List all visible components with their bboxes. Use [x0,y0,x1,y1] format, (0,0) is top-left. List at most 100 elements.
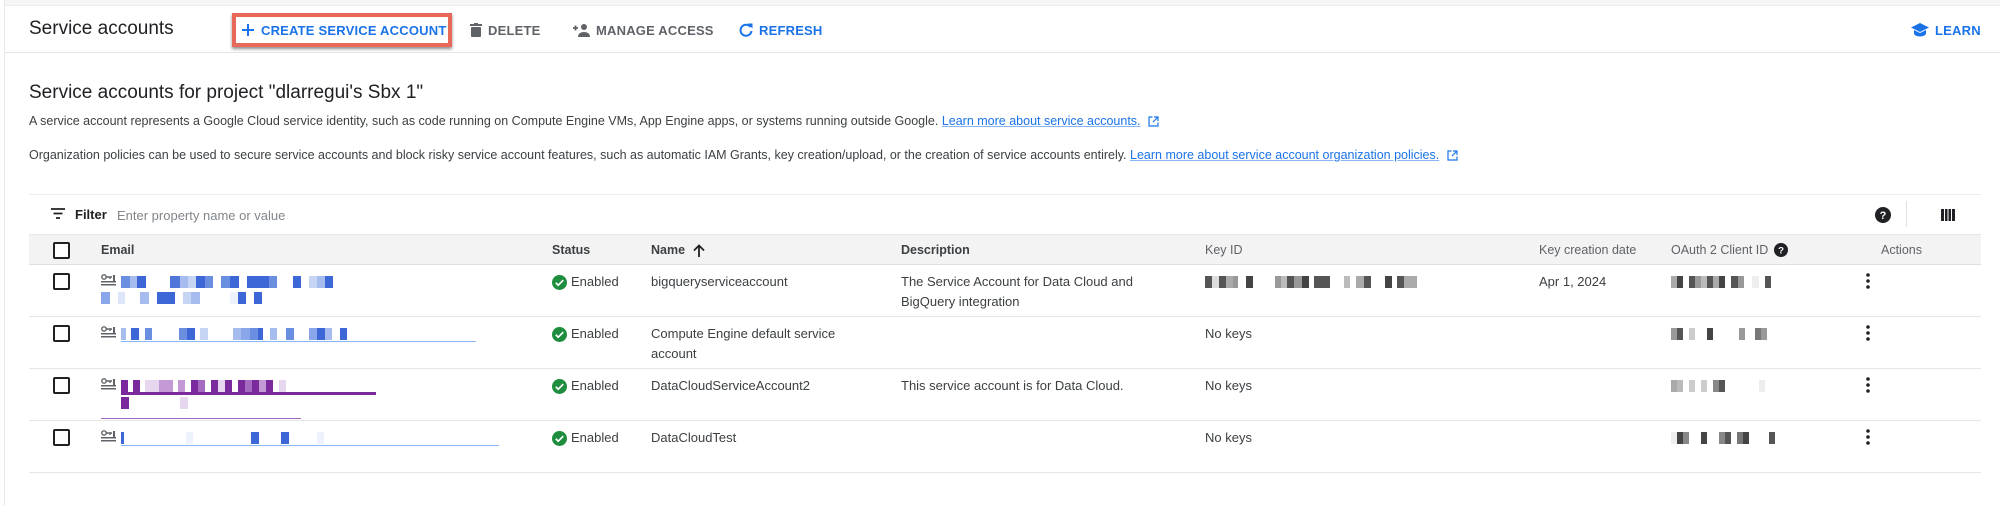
plus-icon [242,24,254,36]
delete-button[interactable]: DELETE [470,17,540,43]
service-account-key-icon [101,326,116,338]
table-row: Enabled DataCloudServiceAccount2 This se… [29,369,1981,421]
person-add-icon [573,24,590,37]
select-all-checkbox[interactable] [53,242,70,259]
section-heading: Service accounts for project "dlarregui'… [29,82,424,103]
status-badge: Enabled [552,376,619,396]
status-text: Enabled [571,326,619,341]
help-circle-icon[interactable]: ? [1774,243,1789,257]
description-cell: This service account is for Data Cloud. [901,378,1124,393]
email-underline [121,445,499,446]
redacted-email-line [121,397,376,409]
more-vert-icon[interactable] [1866,273,1870,289]
more-vert-icon[interactable] [1866,377,1870,393]
table-row: Enabled DataCloudTest No keys [29,421,1981,473]
arrow-up-icon [693,243,705,257]
manage-access-label: MANAGE ACCESS [596,22,714,38]
service-account-description: A service account represents a Google Cl… [29,114,1159,128]
learn-button[interactable]: LEARN [1911,17,1981,43]
service-account-key-icon [101,430,116,442]
table-header: Email Status Name Description Key ID Key… [29,234,1981,265]
create-label: CREATE SERVICE ACCOUNT [261,22,447,38]
divider [1906,201,1907,227]
oauth-header-label: OAuth 2 Client ID [1671,243,1769,257]
redacted-oauth-id [1671,380,1765,392]
row-checkbox[interactable] [53,325,70,342]
top-strip [5,0,2000,6]
key-id-cell: No keys [1205,430,1252,445]
column-header-key-creation-date: Key creation date [1539,243,1637,257]
learn-more-org-policies-link[interactable]: Learn more about service account organiz… [1130,148,1439,162]
column-header-description[interactable]: Description [901,243,1161,257]
redacted-email-line [121,276,333,288]
oauth-client-id-cell [1671,376,1765,392]
name-header-label: Name [651,243,686,257]
filter-input[interactable] [117,203,717,227]
refresh-icon [739,23,753,37]
status-badge: Enabled [552,272,619,292]
redacted-email-line [121,432,324,444]
org-policies-description: Organization policies can be used to sec… [29,148,1458,162]
row-checkbox[interactable] [53,273,70,290]
email-link[interactable] [101,272,333,304]
column-header-actions: Actions [1881,243,1922,257]
column-header-key-id: Key ID [1205,243,1243,257]
email-link[interactable] [121,376,376,409]
check-circle-icon [552,378,567,394]
row-checkbox[interactable] [53,377,70,394]
check-circle-icon [552,326,567,342]
redacted-oauth-id [1671,328,1767,340]
redacted-key-id [1205,276,1417,288]
filter-label: Filter [75,207,107,222]
email-link[interactable] [121,428,324,444]
open-in-new-icon [1148,116,1159,127]
page: Service accounts CREATE SERVICE ACCOUNT … [4,0,2000,506]
redacted-email-line [121,380,376,395]
column-header-name[interactable]: Name [651,243,871,257]
trash-icon [470,23,482,37]
description-text: A service account represents a Google Cl… [29,114,939,128]
status-text: Enabled [571,430,619,445]
learn-label: LEARN [1935,22,1981,38]
name-cell: Compute Engine default service account [651,326,836,361]
help-circle-icon[interactable]: ? [1875,207,1891,223]
service-account-key-icon [101,274,116,286]
name-cell: DataCloudServiceAccount2 [651,378,810,393]
more-vert-icon[interactable] [1866,429,1870,445]
status-badge: Enabled [552,324,619,344]
refresh-label: REFRESH [759,22,823,38]
status-text: Enabled [571,274,619,289]
service-account-key-icon [101,378,116,390]
key-creation-date-cell: Apr 1, 2024 [1539,274,1607,289]
oauth-client-id-cell [1671,428,1775,444]
svg-text:?: ? [1880,210,1887,222]
refresh-button[interactable]: REFRESH [739,17,823,43]
oauth-client-id-cell [1671,324,1767,340]
redacted-email-line [101,292,333,304]
status-text: Enabled [571,378,619,393]
check-circle-icon [552,430,567,446]
more-vert-icon[interactable] [1866,325,1870,341]
name-cell: DataCloudTest [651,430,737,445]
column-header-status[interactable]: Status [552,243,590,257]
learn-more-service-accounts-link[interactable]: Learn more about service accounts. [942,114,1141,128]
create-service-account-button[interactable]: CREATE SERVICE ACCOUNT [241,17,446,43]
redacted-oauth-id [1671,276,1771,288]
service-accounts-table: Filter ? Email Status Name Description K… [29,194,1981,473]
table-row: Enabled Compute Engine default service a… [29,317,1981,369]
description-cell: The Service Account for Data Cloud and B… [901,274,1133,309]
column-display-icon[interactable] [1941,209,1955,221]
row-checkbox[interactable] [53,429,70,446]
redacted-email-line [121,328,347,340]
email-underline [121,341,476,342]
status-badge: Enabled [552,428,619,448]
check-circle-icon [552,274,567,290]
filter-bar: Filter ? [29,194,1981,234]
oauth-client-id-cell [1671,272,1771,288]
toolbar: Service accounts CREATE SERVICE ACCOUNT … [5,7,2000,53]
column-header-email[interactable]: Email [101,243,521,257]
column-header-oauth-client-id: OAuth 2 Client ID ? [1671,243,1789,257]
email-link[interactable] [121,324,347,340]
email-underline [101,418,301,419]
manage-access-button[interactable]: MANAGE ACCESS [572,17,714,43]
